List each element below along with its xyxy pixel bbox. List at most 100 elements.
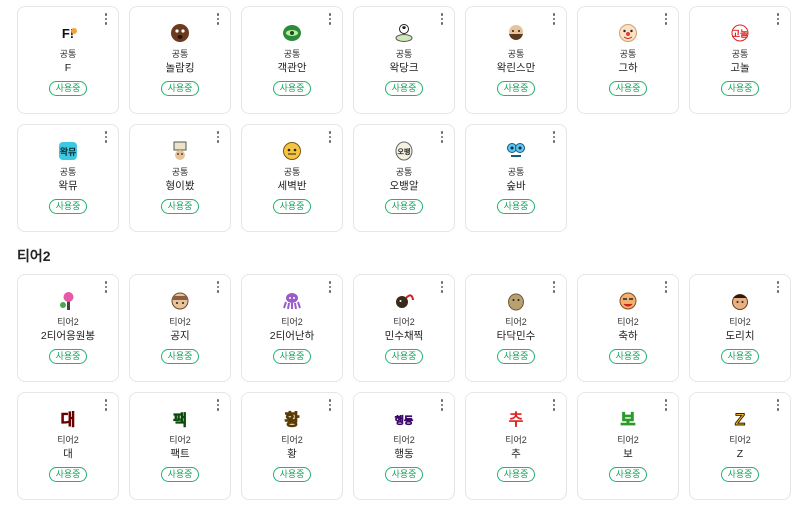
- more-options-icon[interactable]: [662, 398, 670, 412]
- emote-card[interactable]: 추 티어2 추 사용중: [465, 392, 567, 500]
- more-options-icon[interactable]: [326, 12, 334, 26]
- more-options-icon[interactable]: [438, 12, 446, 26]
- svg-text:팩: 팩: [173, 411, 187, 429]
- emote-card[interactable]: 티어2 도리치사용중: [689, 274, 791, 382]
- in-use-badge: 사용중: [496, 349, 536, 364]
- svg-text:보: 보: [621, 410, 636, 429]
- emote-card[interactable]: 고놀 공통 고놀 사용중: [689, 6, 791, 114]
- emote-card[interactable]: 보 티어2 보 사용중: [577, 392, 679, 500]
- in-use-badge: 사용중: [720, 467, 760, 482]
- in-use-badge: 사용중: [48, 199, 88, 214]
- red-text-emote-icon: 고놀: [729, 22, 751, 44]
- more-options-icon[interactable]: [102, 130, 110, 144]
- emote-card[interactable]: 공통 세벽반 사용중: [241, 124, 343, 232]
- in-use-badge: 사용중: [720, 349, 760, 364]
- more-options-icon[interactable]: [438, 398, 446, 412]
- more-options-icon[interactable]: [438, 130, 446, 144]
- emote-name: 세벽반: [277, 180, 307, 192]
- dae-text-emote-icon: 대: [57, 408, 79, 430]
- more-options-icon[interactable]: [102, 398, 110, 412]
- more-options-icon[interactable]: [550, 280, 558, 294]
- emote-tier-label: 티어2: [729, 317, 751, 327]
- emote-card[interactable]: 공통 숲바 사용중: [465, 124, 567, 232]
- section-title-tier2: 티어2: [17, 248, 51, 264]
- emote-name: F: [64, 62, 72, 74]
- emote-card[interactable]: 황 티어2 황 사용중: [241, 392, 343, 500]
- in-use-badge: 사용중: [608, 81, 648, 96]
- emote-card[interactable]: 티어2 2티어응원봉 사용중: [17, 274, 119, 382]
- more-options-icon[interactable]: [326, 130, 334, 144]
- emote-card[interactable]: 티어2 민수채찍 사용중: [353, 274, 455, 382]
- emote-card[interactable]: 공통 형이봤 사용중: [129, 124, 231, 232]
- emote-card[interactable]: 대 티어2 대 사용중: [17, 392, 119, 500]
- emote-card[interactable]: 공통 놀람킹 사용중: [129, 6, 231, 114]
- more-options-icon[interactable]: [214, 398, 222, 412]
- in-use-badge: 사용중: [48, 467, 88, 482]
- more-options-icon[interactable]: [550, 398, 558, 412]
- svg-text:Z: Z: [735, 410, 745, 429]
- more-options-icon[interactable]: [662, 280, 670, 294]
- emote-tier-label: 티어2: [505, 435, 527, 445]
- emote-card[interactable]: Z 티어2 Z 사용중: [689, 392, 791, 500]
- emote-tier-label: 티어2: [169, 435, 191, 445]
- emote-card[interactable]: 티어2 축하 사용중: [577, 274, 679, 382]
- emote-name: 형이봤: [165, 180, 195, 192]
- more-options-icon[interactable]: [214, 130, 222, 144]
- green-eye-emote-icon: [281, 22, 303, 44]
- emote-card[interactable]: 티어2 타닥민수 사용중: [465, 274, 567, 382]
- emote-tier-label: 티어2: [505, 317, 527, 327]
- emote-card[interactable]: 공통 왁린스만 사용중: [465, 6, 567, 114]
- more-options-icon[interactable]: [774, 12, 782, 26]
- emote-tier-label: 공통: [395, 167, 413, 177]
- emote-name: 왁린스만: [496, 62, 536, 74]
- emote-card[interactable]: 공통 왁당크 사용중: [353, 6, 455, 114]
- emote-tier-label: 티어2: [57, 435, 79, 445]
- more-options-icon[interactable]: [774, 398, 782, 412]
- svg-text:황: 황: [285, 410, 300, 429]
- emote-name: 오뱅알: [389, 180, 419, 192]
- more-options-icon[interactable]: [102, 280, 110, 294]
- whip-emote-icon: [393, 290, 415, 312]
- emote-card[interactable]: 티어2 공지 사용중: [129, 274, 231, 382]
- emote-name: 고놀: [730, 62, 750, 74]
- hwang-text-emote-icon: 황: [281, 408, 303, 430]
- emote-tier-label: 티어2: [617, 317, 639, 327]
- sign-face-emote-icon: [169, 140, 191, 162]
- emote-tier-label: 공통: [171, 167, 189, 177]
- emote-name: 그하: [618, 62, 638, 74]
- emote-card[interactable]: F! 공통 F 사용중: [17, 6, 119, 114]
- cyan-text-emote-icon: 왁뮤: [57, 140, 79, 162]
- more-options-icon[interactable]: [662, 12, 670, 26]
- emote-name: 대: [63, 448, 73, 460]
- emote-card[interactable]: 공통 그하 사용중: [577, 6, 679, 114]
- more-options-icon[interactable]: [326, 280, 334, 294]
- in-use-badge: 사용중: [496, 199, 536, 214]
- emote-card[interactable]: 티어2 2티어난하 사용중: [241, 274, 343, 382]
- clown-face-emote-icon: [617, 22, 639, 44]
- emote-tier-label: 공통: [171, 49, 189, 59]
- emote-name: 도리치: [725, 330, 755, 342]
- more-options-icon[interactable]: [774, 280, 782, 294]
- emote-card[interactable]: 오뱅 공통 오뱅알 사용중: [353, 124, 455, 232]
- emote-card[interactable]: 팩 티어2 팩트 사용중: [129, 392, 231, 500]
- emote-card[interactable]: 행동 티어2 행동 사용중: [353, 392, 455, 500]
- emote-tier-label: 티어2: [393, 317, 415, 327]
- emote-tier-label: 티어2: [281, 317, 303, 327]
- svg-text:대: 대: [61, 410, 76, 429]
- more-options-icon[interactable]: [102, 12, 110, 26]
- emote-name: 왁뮤: [58, 180, 78, 192]
- more-options-icon[interactable]: [550, 12, 558, 26]
- z-text-emote-icon: Z: [729, 408, 751, 430]
- emote-card[interactable]: 공통 객관안 사용중: [241, 6, 343, 114]
- in-use-badge: 사용중: [496, 81, 536, 96]
- more-options-icon[interactable]: [214, 280, 222, 294]
- emote-tier-label: 티어2: [169, 317, 191, 327]
- more-options-icon[interactable]: [326, 398, 334, 412]
- emote-name: 객관안: [277, 62, 307, 74]
- more-options-icon[interactable]: [550, 130, 558, 144]
- more-options-icon[interactable]: [214, 12, 222, 26]
- emote-name: 민수채찍: [384, 330, 424, 342]
- common-emote-grid: F! 공통 F 사용중 공통 놀람킹 사용중 공통 객관안 사용중 공통 왁당크 사용중 공통 왁린스만 사용…: [17, 6, 791, 232]
- emote-card[interactable]: 왁뮤 공통 왁뮤 사용중: [17, 124, 119, 232]
- more-options-icon[interactable]: [438, 280, 446, 294]
